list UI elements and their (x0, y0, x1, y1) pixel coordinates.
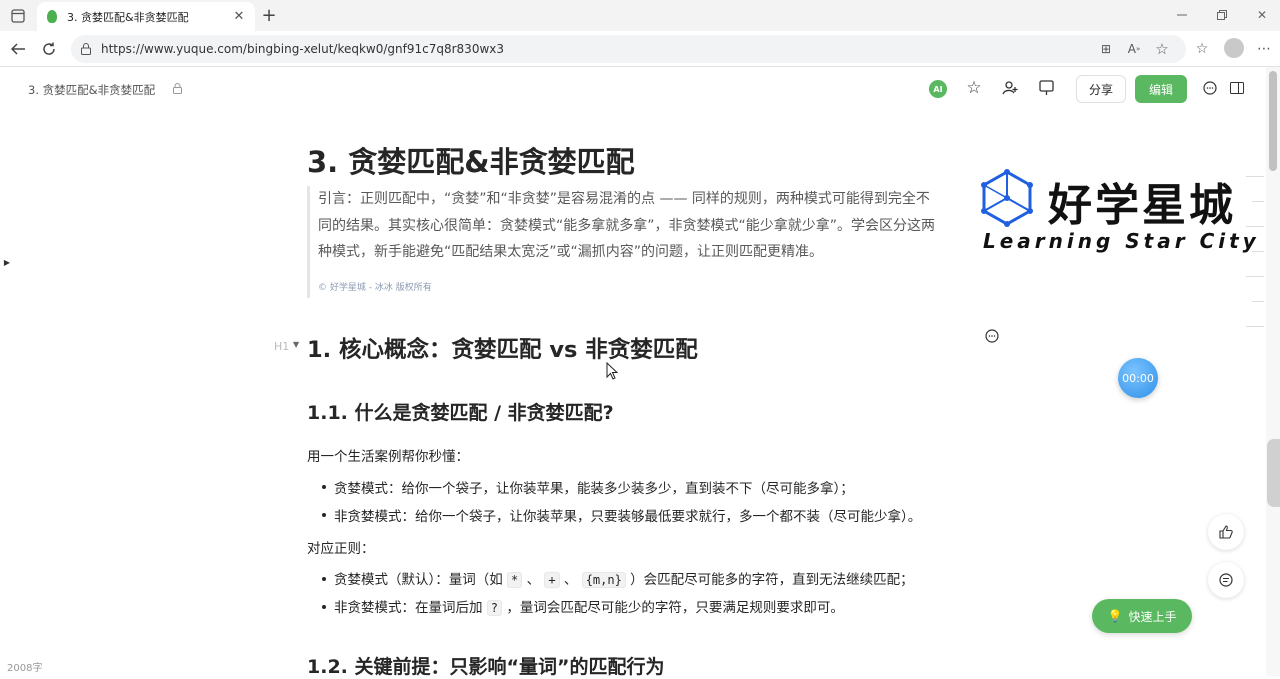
learning-star-city-logo: 好学星城 Learning Star City (978, 165, 1263, 255)
url-text: https://www.yuque.com/bingbing-xelut/keq… (101, 42, 505, 56)
list-item: 非贪婪模式：给你一个袋子，让你装苹果，只要装够最低要求就行，多一个都不装（尽可能… (334, 509, 922, 525)
inline-code: {m,n} (581, 572, 626, 588)
separator: 、 (559, 572, 582, 588)
inline-code: + (544, 572, 560, 588)
page-title: 3. 贪婪匹配&非贪婪匹配 (307, 145, 635, 179)
yuque-favicon-icon (47, 10, 57, 23)
profile-avatar[interactable] (1224, 38, 1244, 58)
sidebar-toggle-icon[interactable] (1228, 79, 1246, 97)
copyright-note: © 好学星城 - 冰冰 版权所有 (318, 280, 432, 293)
breadcrumb[interactable]: 3. 贪婪匹配&非贪婪匹配 (28, 82, 155, 98)
minimize-icon[interactable] (1172, 6, 1192, 24)
paragraph-comment-icon[interactable] (984, 328, 1000, 344)
comment-icon[interactable] (1201, 79, 1219, 97)
browser-tab-bar: 3. 贪婪匹配&非贪婪匹配 ✕ + ✕ (0, 0, 1280, 31)
greedy-prefix: 贪婪模式（默认）：量词（如 (334, 572, 508, 588)
favorite-star-icon[interactable]: ☆ (1153, 40, 1171, 58)
presentation-icon[interactable] (1036, 78, 1056, 98)
heading-level-marker[interactable]: H1 (274, 340, 289, 353)
favorites-icon[interactable]: ☆ (1192, 39, 1212, 59)
edit-button[interactable]: 编辑 (1135, 75, 1187, 103)
read-aloud-icon[interactable]: A» (1123, 40, 1145, 58)
lightbulb-icon: 💡 (1107, 609, 1123, 623)
heading-caret-icon[interactable]: ▼ (293, 340, 299, 349)
close-window-icon[interactable]: ✕ (1252, 6, 1272, 24)
heading-1-2: 1.2. 关键前提：只影响“量词”的匹配行为 (307, 656, 665, 678)
app-available-icon[interactable]: ⊞ (1097, 40, 1115, 58)
tab-title: 3. 贪婪匹配&非贪婪匹配 (67, 11, 189, 24)
private-lock-icon (171, 82, 183, 95)
ai-assistant-button[interactable]: AI (929, 80, 947, 98)
recording-timer[interactable]: 00:00 (1118, 358, 1158, 398)
ai-label: AI (933, 84, 943, 94)
bullet-dot (322, 485, 326, 489)
bullet-dot (322, 577, 326, 581)
copyright-text: 好学星城 - 冰冰 版权所有 (329, 283, 432, 293)
quick-start-label: 快速上手 (1128, 609, 1177, 624)
side-panel-handle[interactable] (1267, 439, 1280, 507)
list-item-greedy: 贪婪模式（默认）：量词（如 * 、 + 、 {m,n} ）会匹配尽可能多的字符，… (334, 568, 914, 588)
more-menu-icon[interactable]: ⋯ (1254, 39, 1274, 59)
restore-icon[interactable] (1212, 6, 1232, 24)
quote-line: 同的结果。其实核心很简单：贪婪模式“能多拿就多拿”，非贪婪模式“能少拿就少拿”。… (318, 217, 936, 234)
page-scrollbar[interactable] (1266, 67, 1280, 676)
document-header: 3. 贪婪匹配&非贪婪匹配 AI ☆ 分享 编辑 (0, 67, 1266, 111)
bullet-dot (322, 513, 326, 517)
star-icon[interactable]: ☆ (964, 78, 984, 98)
inline-code: ? (486, 600, 503, 616)
heading-1: 1. 核心概念：贪婪匹配 vs 非贪婪匹配 (307, 337, 698, 363)
quote-line: 引言：正则匹配中，“贪婪”和“非贪婪”是容易混淆的点 —— 同样的规则，两种模式… (318, 191, 930, 207)
greedy-suffix: ）会匹配尽可能多的字符，直到无法继续匹配； (625, 572, 914, 588)
outline-expand-icon[interactable]: ▶ (0, 246, 14, 278)
lock-icon[interactable] (79, 42, 93, 56)
timer-text: 00:00 (1122, 371, 1154, 385)
quick-start-button[interactable]: 💡 快速上手 (1092, 599, 1192, 633)
share-button[interactable]: 分享 (1076, 75, 1126, 103)
bullet-dot (322, 605, 326, 609)
word-count: 2008字 (7, 663, 43, 674)
url-field[interactable]: https://www.yuque.com/bingbing-xelut/keq… (71, 35, 1186, 63)
new-tab-icon[interactable]: + (259, 5, 279, 26)
heading-1-1: 1.1. 什么是贪婪匹配 / 非贪婪匹配? (307, 402, 614, 424)
inline-code: * (507, 572, 523, 588)
nongreedy-suffix: ，量词会匹配尽可能少的字符，只要满足规则要求即可。 (502, 600, 844, 616)
scrollbar-thumb[interactable] (1269, 71, 1277, 171)
thumbs-up-icon (1219, 525, 1233, 539)
edit-button-label: 编辑 (1148, 82, 1173, 97)
comments-button[interactable] (1208, 562, 1244, 598)
add-collaborator-icon[interactable] (1000, 78, 1020, 98)
share-button-label: 分享 (1088, 82, 1113, 97)
comment-bubble-icon (1219, 573, 1233, 587)
copyright-icon: © (318, 283, 327, 293)
reload-icon[interactable] (39, 39, 59, 59)
browser-tab-active[interactable]: 3. 贪婪匹配&非贪婪匹配 ✕ (37, 2, 255, 31)
list-item-nongreedy: 非贪婪模式：在量词后加 ? ，量词会匹配尽可能少的字符，只要满足规则要求即可。 (334, 596, 844, 616)
close-tab-icon[interactable]: ✕ (231, 8, 247, 24)
mouse-cursor-icon (606, 361, 619, 384)
regex-intro-paragraph: 对应正则： (307, 541, 375, 557)
quote-line: 种模式，新手能避免“匹配结果太宽泛”或“漏抓内容”的问题，让正则匹配更精准。 (318, 244, 824, 260)
outline-indicator[interactable] (1246, 176, 1264, 327)
tab-actions-icon[interactable] (8, 6, 28, 26)
intro-quote: 引言：正则匹配中，“贪婪”和“非贪婪”是容易混淆的点 —— 同样的规则，两种模式… (307, 186, 977, 298)
browser-address-bar: https://www.yuque.com/bingbing-xelut/keq… (0, 31, 1280, 67)
separator: 、 (522, 572, 545, 588)
logo-english-text: Learning Star City (983, 229, 1260, 253)
like-button[interactable] (1208, 514, 1244, 550)
back-icon[interactable] (8, 39, 28, 59)
list-item: 贪婪模式：给你一个袋子，让你装苹果，能装多少装多少，直到装不下（尽可能多拿）； (334, 481, 854, 497)
logo-cube-icon (981, 169, 1033, 227)
logo-chinese-text: 好学星城 (1048, 180, 1236, 231)
nongreedy-prefix: 非贪婪模式：在量词后加 (334, 600, 487, 616)
intro-paragraph: 用一个生活案例帮你秒懂： (307, 449, 469, 465)
